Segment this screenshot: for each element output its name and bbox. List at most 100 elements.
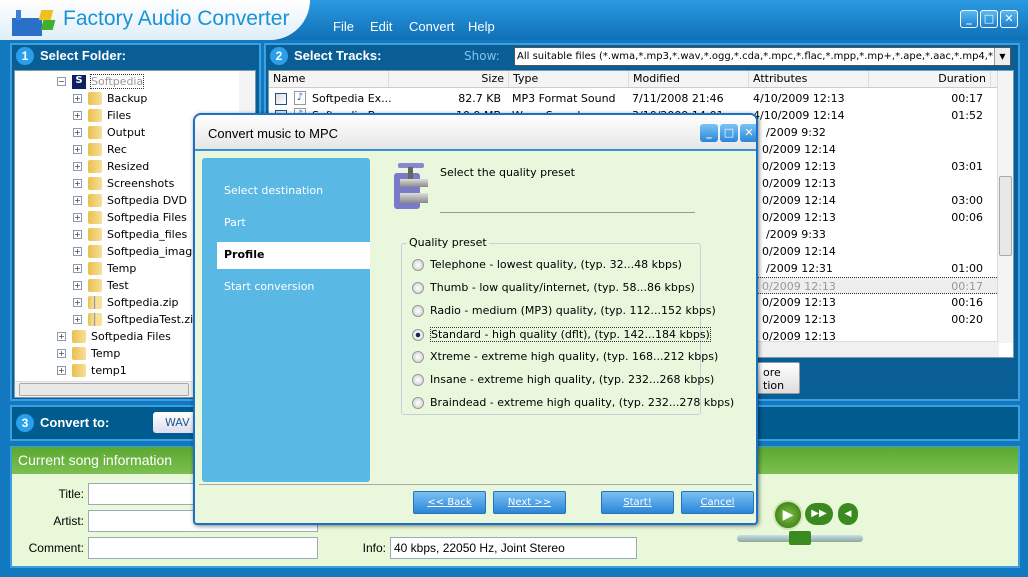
dialog-maximize-button[interactable]: □ bbox=[720, 124, 738, 142]
preset-radio[interactable]: Thumb - low quality/internet, (typ. 58..… bbox=[412, 281, 695, 294]
preset-label: Braindead - extreme high quality, (typ. … bbox=[430, 396, 735, 409]
expand-icon[interactable]: + bbox=[57, 349, 66, 358]
folder-header-label: Select Folder: bbox=[40, 48, 126, 63]
preset-radio[interactable]: Xtreme - extreme high quality, (typ. 168… bbox=[412, 350, 718, 363]
step-profile[interactable]: Profile bbox=[217, 242, 370, 269]
heading-divider bbox=[440, 212, 695, 213]
start-button[interactable]: Start! bbox=[601, 491, 674, 514]
tree-item[interactable]: + Softpedia_images bbox=[73, 243, 205, 260]
dialog-minimize-button[interactable]: _ bbox=[700, 124, 718, 142]
column-type[interactable]: Type bbox=[509, 71, 629, 87]
expand-icon[interactable]: + bbox=[73, 298, 82, 307]
expand-icon[interactable]: + bbox=[73, 247, 82, 256]
tree-item[interactable]: + Test bbox=[73, 277, 129, 294]
preset-radio[interactable]: Standard - high quality (dflt), (typ. 14… bbox=[412, 327, 711, 342]
column-modified[interactable]: Modified bbox=[629, 71, 749, 87]
file-filter-dropdown[interactable]: All suitable files (*.wma,*.mp3,*.wav,*.… bbox=[514, 47, 1011, 66]
cancel-button[interactable]: Cancel bbox=[681, 491, 754, 514]
fast-forward-button[interactable]: ▶▶ bbox=[805, 503, 833, 525]
tree-item[interactable]: + Files bbox=[73, 107, 131, 124]
vertical-scrollbar[interactable] bbox=[997, 71, 1013, 343]
play-button[interactable]: ▶ bbox=[773, 500, 803, 530]
menu-edit[interactable]: Edit bbox=[370, 19, 392, 34]
track-attributes: 0/2009 12:13 bbox=[762, 313, 836, 326]
seek-slider-thumb[interactable] bbox=[789, 531, 811, 545]
tree-item[interactable]: + Output bbox=[73, 124, 145, 141]
expand-icon[interactable]: + bbox=[57, 332, 66, 341]
radio-icon[interactable] bbox=[412, 373, 424, 386]
preset-radio[interactable]: Braindead - extreme high quality, (typ. … bbox=[412, 396, 734, 409]
preset-radio[interactable]: Radio - medium (MP3) quality, (typ. 112.… bbox=[412, 304, 716, 317]
radio-icon[interactable] bbox=[412, 281, 424, 294]
track-attributes: 0/2009 12:14 bbox=[762, 143, 836, 156]
tree-item[interactable]: + temp1 bbox=[57, 362, 127, 379]
column-name[interactable]: Name bbox=[269, 71, 389, 87]
step-part[interactable]: Part bbox=[224, 216, 246, 229]
radio-icon[interactable] bbox=[412, 258, 424, 271]
expand-icon[interactable]: + bbox=[73, 230, 82, 239]
column-attributes[interactable]: Attributes bbox=[749, 71, 869, 87]
close-button[interactable]: ✕ bbox=[1000, 10, 1018, 28]
next-button[interactable]: Next >> bbox=[493, 491, 566, 514]
tree-item[interactable]: + Softpedia Files bbox=[57, 328, 171, 345]
expand-icon[interactable]: + bbox=[73, 213, 82, 222]
radio-icon[interactable] bbox=[412, 396, 424, 409]
column-duration[interactable]: Duration bbox=[869, 71, 991, 87]
chevron-down-icon[interactable]: ▼ bbox=[994, 48, 1010, 65]
tree-item[interactable]: + Rec bbox=[73, 141, 127, 158]
expand-icon[interactable]: + bbox=[73, 281, 82, 290]
radio-icon[interactable] bbox=[412, 350, 424, 363]
expand-icon[interactable]: + bbox=[73, 264, 82, 273]
track-duration: 00:20 bbox=[951, 313, 983, 326]
tree-item[interactable]: + SoftpediaTest.zip bbox=[73, 311, 200, 328]
preset-radio[interactable]: Insane - extreme high quality, (typ. 232… bbox=[412, 373, 714, 386]
tree-item[interactable]: + Temp bbox=[57, 345, 120, 362]
menu-file[interactable]: File bbox=[333, 19, 354, 34]
track-size: 82.7 KB bbox=[458, 92, 501, 105]
menu-help[interactable]: Help bbox=[468, 19, 495, 34]
track-modified: 7/11/2008 21:46 bbox=[632, 92, 724, 105]
radio-icon[interactable] bbox=[412, 328, 424, 341]
scrollbar-thumb[interactable] bbox=[999, 176, 1012, 256]
comment-input[interactable] bbox=[88, 537, 318, 559]
expand-icon[interactable]: + bbox=[73, 196, 82, 205]
expand-icon[interactable]: + bbox=[73, 162, 82, 171]
expand-icon[interactable]: + bbox=[73, 145, 82, 154]
tree-item[interactable]: + Softpedia.zip bbox=[73, 294, 179, 311]
back-button[interactable]: << Back bbox=[413, 491, 486, 514]
volume-button[interactable]: ◀ bbox=[838, 503, 858, 525]
zip-folder-icon bbox=[88, 313, 102, 326]
minimize-button[interactable]: _ bbox=[960, 10, 978, 28]
tree-item[interactable]: + Softpedia_files bbox=[73, 226, 187, 243]
tree-item[interactable]: + Screenshots bbox=[73, 175, 174, 192]
artist-label: Artist: bbox=[53, 514, 84, 528]
expand-icon[interactable]: + bbox=[73, 128, 82, 137]
step-start-conversion[interactable]: Start conversion bbox=[224, 280, 314, 293]
tree-item[interactable]: + Backup bbox=[73, 90, 147, 107]
expand-icon[interactable]: + bbox=[73, 111, 82, 120]
expand-icon[interactable]: + bbox=[57, 366, 66, 375]
scrollbar-thumb[interactable] bbox=[19, 383, 189, 396]
expand-icon[interactable]: + bbox=[73, 315, 82, 324]
radio-icon[interactable] bbox=[412, 304, 424, 317]
menu-convert[interactable]: Convert bbox=[409, 19, 455, 34]
tree-item[interactable]: + Temp bbox=[73, 260, 136, 277]
tree-item[interactable]: + Resized bbox=[73, 158, 149, 175]
track-duration: 00:16 bbox=[951, 296, 983, 309]
track-checkbox[interactable] bbox=[275, 93, 287, 105]
step-select-destination[interactable]: Select destination bbox=[224, 184, 323, 197]
column-size[interactable]: Size bbox=[389, 71, 509, 87]
dialog-close-button[interactable]: ✕ bbox=[740, 124, 756, 142]
tree-item[interactable]: + Softpedia DVD bbox=[73, 192, 187, 209]
step-number: 2 bbox=[270, 47, 288, 65]
tree-item-root[interactable]: − S Softpedia bbox=[57, 73, 145, 90]
preset-radio[interactable]: Telephone - lowest quality, (typ. 32...4… bbox=[412, 258, 682, 271]
expand-icon[interactable]: + bbox=[73, 179, 82, 188]
expand-icon[interactable]: + bbox=[73, 94, 82, 103]
comment-label: Comment: bbox=[28, 541, 84, 555]
track-row[interactable]: ♪ Softpedia Ex... 82.7 KB MP3 Format Sou… bbox=[269, 90, 999, 107]
tree-item[interactable]: + Softpedia Files bbox=[73, 209, 187, 226]
maximize-button[interactable]: □ bbox=[980, 10, 998, 28]
collapse-icon[interactable]: − bbox=[57, 77, 66, 86]
seek-slider[interactable] bbox=[737, 531, 863, 545]
